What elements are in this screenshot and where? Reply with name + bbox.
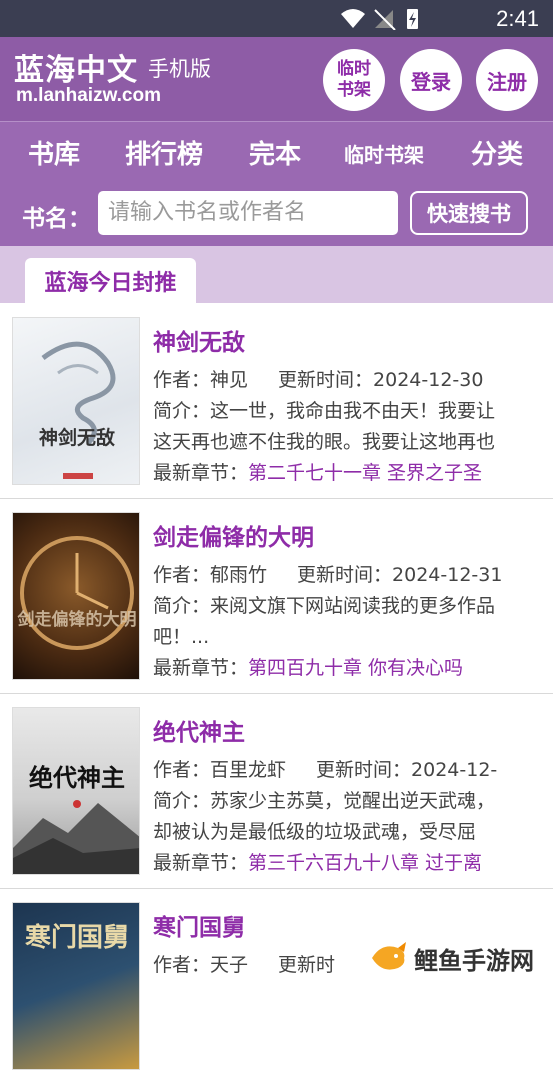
- section-tab-recommend[interactable]: 蓝海今日封推: [25, 258, 196, 303]
- carp-logo-icon: [372, 942, 406, 970]
- book-intro-line2: 吧！...: [153, 626, 210, 648]
- book-intro-line1: 简介：来阅文旗下网站阅读我的更多作品: [153, 591, 543, 618]
- temp-shelf-label-1: 临时: [337, 59, 371, 79]
- cover-title: 寒门国舅: [24, 923, 129, 953]
- site-domain: m.lanhaizw.com: [16, 85, 161, 106]
- latest-chapter-link[interactable]: 第二千七十一章 圣界之子圣: [248, 462, 482, 484]
- main-nav: 书库 排行榜 完本 临时书架 分类 书名： 请输入书名或作者名 快速搜书: [0, 121, 553, 247]
- updated-label: 更新时间：: [278, 369, 374, 391]
- book-meta: 作者：神见 更新时间：2024-12-30: [153, 365, 543, 392]
- author-name: 神见: [210, 369, 249, 391]
- site-header: 蓝海中文 手机版 m.lanhaizw.com 临时 书架 登录 注册: [0, 37, 553, 121]
- section-bar: 蓝海今日封推: [0, 246, 553, 303]
- latest-label: 最新章节：: [153, 657, 249, 679]
- clock-illustration: [20, 536, 134, 650]
- book-title[interactable]: 神剑无敌: [153, 323, 245, 357]
- register-button[interactable]: 注册: [476, 49, 538, 111]
- latest-chapter-link[interactable]: 第三千六百九十八章 过于离: [248, 852, 482, 874]
- author-name: 天子: [210, 954, 249, 976]
- book-item[interactable]: 剑走偏锋的大明 剑走偏锋的大明 作者：郁雨竹 更新时间：2024-12-31 简介…: [0, 498, 553, 694]
- book-intro-line2: 这天再也遮不住我的眼。我要让这地再也: [153, 431, 496, 453]
- status-time: 2:41: [496, 6, 539, 31]
- author-name: 郁雨竹: [210, 564, 268, 586]
- publisher-logo: [63, 473, 93, 479]
- updated-date: 2024-12-31: [392, 564, 503, 586]
- intro-label: 简介：: [153, 595, 211, 617]
- book-latest: 最新章节：第三千六百九十八章 过于离: [153, 848, 543, 875]
- latest-chapter-link[interactable]: 第四百九十章 你有决心吗: [248, 657, 463, 679]
- intro-text: 苏家少主苏莫，觉醒出逆天武魂，: [210, 790, 496, 812]
- book-meta: 作者：百里龙虾 更新时间：2024-12-: [153, 755, 543, 782]
- author-label: 作者：: [153, 369, 211, 391]
- nav-completed[interactable]: 完本: [249, 134, 301, 171]
- updated-label: 更新时间：: [316, 759, 412, 781]
- site-brand[interactable]: 蓝海中文: [14, 45, 138, 89]
- book-title[interactable]: 绝代神主: [153, 713, 245, 747]
- watermark: 鲤鱼手游网: [368, 935, 548, 981]
- author-label: 作者：: [153, 759, 211, 781]
- intro-label: 简介：: [153, 790, 211, 812]
- nav-ranking[interactable]: 排行榜: [125, 134, 203, 171]
- temp-shelf-button[interactable]: 临时 书架: [323, 49, 385, 111]
- author-name: 百里龙虾: [210, 759, 287, 781]
- intro-text: 这一世，我命由我不由天！我要让: [210, 400, 496, 422]
- book-intro-line1: 简介：这一世，我命由我不由天！我要让: [153, 396, 543, 423]
- latest-label: 最新章节：: [153, 462, 249, 484]
- seal-mark: [73, 800, 81, 808]
- book-latest: 最新章节：第二千七十一章 圣界之子圣: [153, 458, 543, 485]
- status-bar: 2:41: [0, 0, 553, 37]
- book-cover[interactable]: 绝代神主: [12, 707, 140, 875]
- temp-shelf-label-2: 书架: [337, 80, 371, 100]
- intro-text: 来阅文旗下网站阅读我的更多作品: [210, 595, 496, 617]
- cover-title: 绝代神主: [29, 764, 125, 792]
- book-title[interactable]: 剑走偏锋的大明: [153, 518, 314, 552]
- book-cover[interactable]: 神剑无敌: [12, 317, 140, 485]
- battery-icon: [407, 9, 418, 29]
- nav-temp-shelf[interactable]: 临时书架: [344, 139, 424, 168]
- book-item[interactable]: 绝代神主 绝代神主 作者：百里龙虾 更新时间：2024-12- 简介：苏家少主苏莫…: [0, 693, 553, 889]
- search-label: 书名：: [22, 206, 91, 232]
- search-input[interactable]: 请输入书名或作者名: [98, 191, 398, 235]
- book-cover[interactable]: 寒门国舅: [12, 902, 140, 1070]
- book-title[interactable]: 寒门国舅: [153, 908, 245, 942]
- updated-date: 2024-12-30: [373, 369, 484, 391]
- dragon-illustration: [41, 341, 116, 445]
- login-button[interactable]: 登录: [400, 49, 462, 111]
- latest-label: 最新章节：: [153, 852, 249, 874]
- book-intro-line2: 却被认为是最低级的垃圾武魂，受尽屈: [153, 821, 477, 843]
- author-label: 作者：: [153, 954, 211, 976]
- cover-title: 剑走偏锋的大明: [17, 610, 137, 630]
- book-meta: 作者：郁雨竹 更新时间：2024-12-31: [153, 560, 543, 587]
- site-brand-sub: 手机版: [148, 57, 211, 81]
- no-signal-icon: [374, 9, 396, 30]
- updated-label: 更新时: [278, 954, 336, 976]
- quick-search-button[interactable]: 快速搜书: [410, 191, 528, 235]
- nav-category[interactable]: 分类: [471, 134, 523, 171]
- intro-label: 简介：: [153, 400, 211, 422]
- book-intro-line1: 简介：苏家少主苏莫，觉醒出逆天武魂，: [153, 786, 543, 813]
- book-cover[interactable]: 剑走偏锋的大明: [12, 512, 140, 680]
- nav-library[interactable]: 书库: [28, 134, 80, 171]
- book-item[interactable]: 神剑无敌 神剑无敌 作者：神见 更新时间：2024-12-30 简介：这一世，我命…: [0, 303, 553, 499]
- updated-date: 2024-12-: [411, 759, 498, 781]
- updated-label: 更新时间：: [297, 564, 393, 586]
- book-latest: 最新章节：第四百九十章 你有决心吗: [153, 653, 543, 680]
- wifi-icon: [341, 9, 365, 28]
- book-item[interactable]: 寒门国舅 寒门国舅 作者：天子 更新时: [0, 888, 553, 1083]
- watermark-text: 鲤鱼手游网: [414, 946, 534, 975]
- status-icons: [341, 9, 418, 30]
- cover-title: 神剑无敌: [38, 427, 115, 449]
- author-label: 作者：: [153, 564, 211, 586]
